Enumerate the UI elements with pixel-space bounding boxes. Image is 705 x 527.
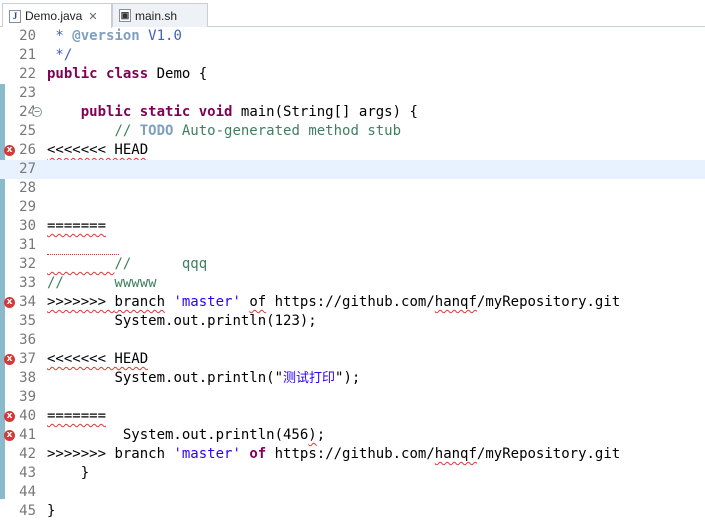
line-number: 37 [19, 351, 36, 367]
code-line: 36 [0, 331, 705, 350]
shell-file-icon: ▣ [119, 9, 131, 22]
code-text: ======= [47, 218, 107, 234]
line-number: 43 [19, 465, 36, 481]
line-number: 39 [19, 389, 36, 405]
code-line: 30 ======= [0, 217, 705, 236]
line-number: 34 [19, 294, 36, 310]
code-line: 38 System.out.println("测试打印"); [0, 369, 705, 388]
code-line: x 26 <<<<<<< HEAD [0, 141, 705, 160]
code-text: System.out.println("测试打印"); [114, 370, 361, 386]
line-number: 21 [19, 47, 36, 63]
code-line: 28 [0, 179, 705, 198]
tab-demo-java[interactable]: J Demo.java ✕ [2, 3, 112, 28]
line-number: 22 [19, 66, 36, 82]
editor-tab-bar: J Demo.java ✕ ▣ main.sh [0, 0, 705, 28]
line-number: 26 [19, 142, 36, 158]
code-line: x 40 ======= [0, 407, 705, 426]
line-number: 31 [19, 237, 36, 253]
line-number: 32 [19, 256, 36, 272]
line-number: 45 [19, 503, 36, 519]
code-text: } [47, 503, 56, 519]
code-text: } [80, 465, 90, 481]
code-text: >>>>>>> branch 'master' of https://githu… [47, 446, 621, 462]
code-text: // qqq [114, 256, 208, 272]
error-squiggle [47, 236, 119, 255]
code-line: 42 >>>>>>> branch 'master' of https://gi… [0, 445, 705, 464]
code-line: 22 public class Demo { [0, 65, 705, 84]
tab-label: main.sh [135, 8, 178, 23]
line-number: 29 [19, 199, 36, 215]
code-text: * @version V1.0 [47, 28, 182, 44]
code-line: 23 [0, 84, 705, 103]
code-editor[interactable]: 20 * @version V1.0 21 */ 22 public class… [0, 27, 705, 527]
code-line: 35 System.out.println(123); [0, 312, 705, 331]
code-text: public static void main(String[] args) { [80, 104, 418, 120]
code-line: 45 } [0, 502, 705, 521]
current-line: 27 [0, 160, 705, 179]
code-line: x 41 System.out.println(456); [0, 426, 705, 445]
code-line: x 34 >>>>>>> branch 'master' of https://… [0, 293, 705, 312]
code-text: ======= [47, 408, 107, 424]
code-text: <<<<<<< HEAD [47, 142, 149, 158]
java-file-icon: J [9, 9, 21, 23]
line-number: 42 [19, 446, 36, 462]
tab-main-sh[interactable]: ▣ main.sh [112, 3, 208, 27]
code-text: // TODO Auto-generated method stub [114, 123, 402, 139]
fold-toggle-icon[interactable]: − [32, 107, 42, 117]
code-line: 20 * @version V1.0 [0, 27, 705, 46]
line-number: 35 [19, 313, 36, 329]
line-number: 25 [19, 123, 36, 139]
code-line: 21 */ [0, 46, 705, 65]
code-line: 25 // TODO Auto-generated method stub [0, 122, 705, 141]
code-text: System.out.println(123); [114, 313, 317, 329]
code-line: 32 // qqq [0, 255, 705, 274]
code-line: 39 [0, 388, 705, 407]
code-text: <<<<<<< HEAD [47, 351, 149, 367]
tab-label: Demo.java [25, 9, 83, 23]
line-number: 33 [19, 275, 36, 291]
code-line: 44 [0, 483, 705, 502]
line-number: 27 [19, 161, 36, 177]
code-line: 43 } [0, 464, 705, 483]
code-line: 24 − public static void main(String[] ar… [0, 103, 705, 122]
line-number: 38 [19, 370, 36, 386]
code-text: // wwwww [47, 275, 157, 291]
line-number: 23 [19, 85, 36, 101]
code-text: public class Demo { [47, 66, 208, 82]
code-line: 31 [0, 236, 705, 255]
line-number: 41 [19, 427, 36, 443]
code-text: System.out.println(456); [122, 427, 326, 443]
code-text: >>>>>>> branch 'master' of https://githu… [47, 294, 621, 310]
line-number: 40 [19, 408, 36, 424]
close-icon[interactable]: ✕ [88, 10, 97, 23]
line-number: 20 [19, 28, 36, 44]
code-line: x 37 <<<<<<< HEAD [0, 350, 705, 369]
line-number: 44 [19, 484, 36, 500]
code-line: 33 // wwwww [0, 274, 705, 293]
line-number: 30 [19, 218, 36, 234]
code-line: 29 [0, 198, 705, 217]
line-number: 36 [19, 332, 36, 348]
code-text: */ [47, 47, 73, 63]
line-number: 28 [19, 180, 36, 196]
